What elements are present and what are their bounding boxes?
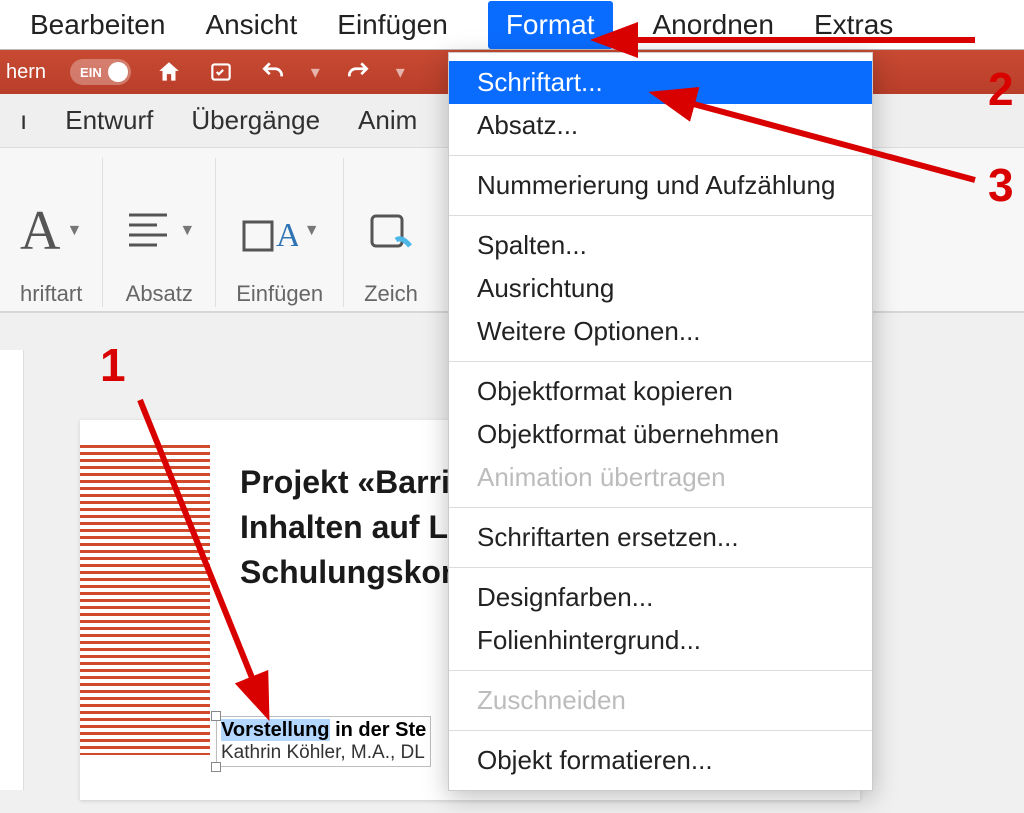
menu-separator (449, 155, 872, 156)
resize-handle-top-left[interactable] (211, 711, 221, 721)
tab-entwurf[interactable]: Entwurf (65, 105, 153, 136)
slide-title-line1: Projekt «Barrie (240, 464, 468, 500)
undo-icon[interactable] (259, 58, 287, 86)
menu-item-objektformat-kopieren[interactable]: Objektformat kopieren (449, 370, 872, 413)
qat-separator: ▾ (311, 62, 320, 83)
slide-thumbnail-rail[interactable] (0, 350, 24, 790)
font-icon: A (20, 199, 60, 263)
menu-item-folienhintergrund[interactable]: Folienhintergrund... (449, 619, 872, 662)
menu-item-objekt-formatieren[interactable]: Objekt formatieren... (449, 739, 872, 782)
paragraph-icon (123, 209, 173, 253)
annotation-number-1: 1 (100, 338, 126, 392)
draw-icon (366, 206, 416, 256)
home-icon[interactable] (155, 58, 183, 86)
qat-save-label-fragment: hern (0, 61, 46, 84)
ribbon-group-draw-label: Zeich (364, 281, 418, 307)
menu-extras[interactable]: Extras (814, 9, 893, 41)
menu-separator (449, 507, 872, 508)
menu-ansicht[interactable]: Ansicht (205, 9, 297, 41)
menu-item-weitere-optionen[interactable]: Weitere Optionen... (449, 310, 872, 353)
tab-fragment-leading: ı (20, 105, 27, 136)
sync-icon[interactable] (207, 58, 235, 86)
menu-einfuegen[interactable]: Einfügen (337, 9, 448, 41)
menu-anordnen[interactable]: Anordnen (653, 9, 774, 41)
menu-format[interactable]: Format (488, 1, 613, 49)
menu-item-objektformat-uebernehmen[interactable]: Objektformat übernehmen (449, 413, 872, 456)
redo-icon[interactable] (344, 58, 372, 86)
ribbon-group-insert-label: Einfügen (236, 281, 323, 307)
textbox-line1[interactable]: Vorstellung in der Ste (221, 719, 426, 742)
tab-animationen[interactable]: Anim (358, 105, 417, 136)
ribbon-group-font[interactable]: A ▼ hriftart (0, 158, 103, 307)
textbox-line1-rest: in der Ste (330, 719, 427, 741)
format-menu-dropdown: Schriftart... Absatz... Nummerierung und… (448, 52, 873, 791)
tab-uebergaenge[interactable]: Übergänge (191, 105, 320, 136)
menu-separator (449, 670, 872, 671)
menu-bearbeiten[interactable]: Bearbeiten (30, 9, 165, 41)
menu-separator (449, 730, 872, 731)
menu-item-nummerierung[interactable]: Nummerierung und Aufzählung (449, 164, 872, 207)
resize-handle-bottom-left[interactable] (211, 762, 221, 772)
menu-item-designfarben[interactable]: Designfarben... (449, 576, 872, 619)
menu-item-spalten[interactable]: Spalten... (449, 224, 872, 267)
slide-title-line3: Schulungskon (240, 554, 460, 590)
selected-textbox[interactable]: Vorstellung in der Ste Kathrin Köhler, M… (216, 716, 431, 767)
menu-item-zuschneiden: Zuschneiden (449, 679, 872, 722)
menu-item-schriftarten-ersetzen[interactable]: Schriftarten ersetzen... (449, 516, 872, 559)
ribbon-group-draw[interactable]: Zeich (344, 158, 438, 307)
menu-item-ausrichtung[interactable]: Ausrichtung (449, 267, 872, 310)
menu-item-schriftart[interactable]: Schriftart... (449, 61, 872, 104)
ribbon-group-font-label: hriftart (20, 281, 82, 307)
selected-text: Vorstellung (221, 719, 330, 741)
ribbon-group-paragraph[interactable]: ▼ Absatz (103, 158, 216, 307)
textbox-line2[interactable]: Kathrin Köhler, M.A., DL (221, 742, 426, 764)
menu-separator (449, 361, 872, 362)
mac-menubar: Bearbeiten Ansicht Einfügen Format Anord… (0, 0, 1024, 50)
chevron-down-icon: ▼ (304, 222, 320, 240)
ribbon-group-paragraph-label: Absatz (126, 281, 193, 307)
qat-overflow-icon[interactable]: ▾ (396, 62, 405, 83)
ribbon-group-insert[interactable]: A ▼ Einfügen (216, 158, 344, 307)
autosave-toggle[interactable]: EIN (70, 59, 131, 85)
menu-separator (449, 567, 872, 568)
svg-text:A: A (276, 217, 298, 254)
menu-separator (449, 215, 872, 216)
annotation-number-2: 2 (988, 62, 1014, 116)
slide-title-line2: Inhalten auf Le (240, 509, 466, 545)
annotation-number-3: 3 (988, 158, 1014, 212)
chevron-down-icon: ▼ (179, 222, 195, 240)
menu-item-animation-uebertragen: Animation übertragen (449, 456, 872, 499)
shapes-icon: A (240, 206, 298, 256)
chevron-down-icon: ▼ (66, 222, 82, 240)
slide-decor-stripes (80, 445, 210, 755)
menu-item-absatz[interactable]: Absatz... (449, 104, 872, 147)
